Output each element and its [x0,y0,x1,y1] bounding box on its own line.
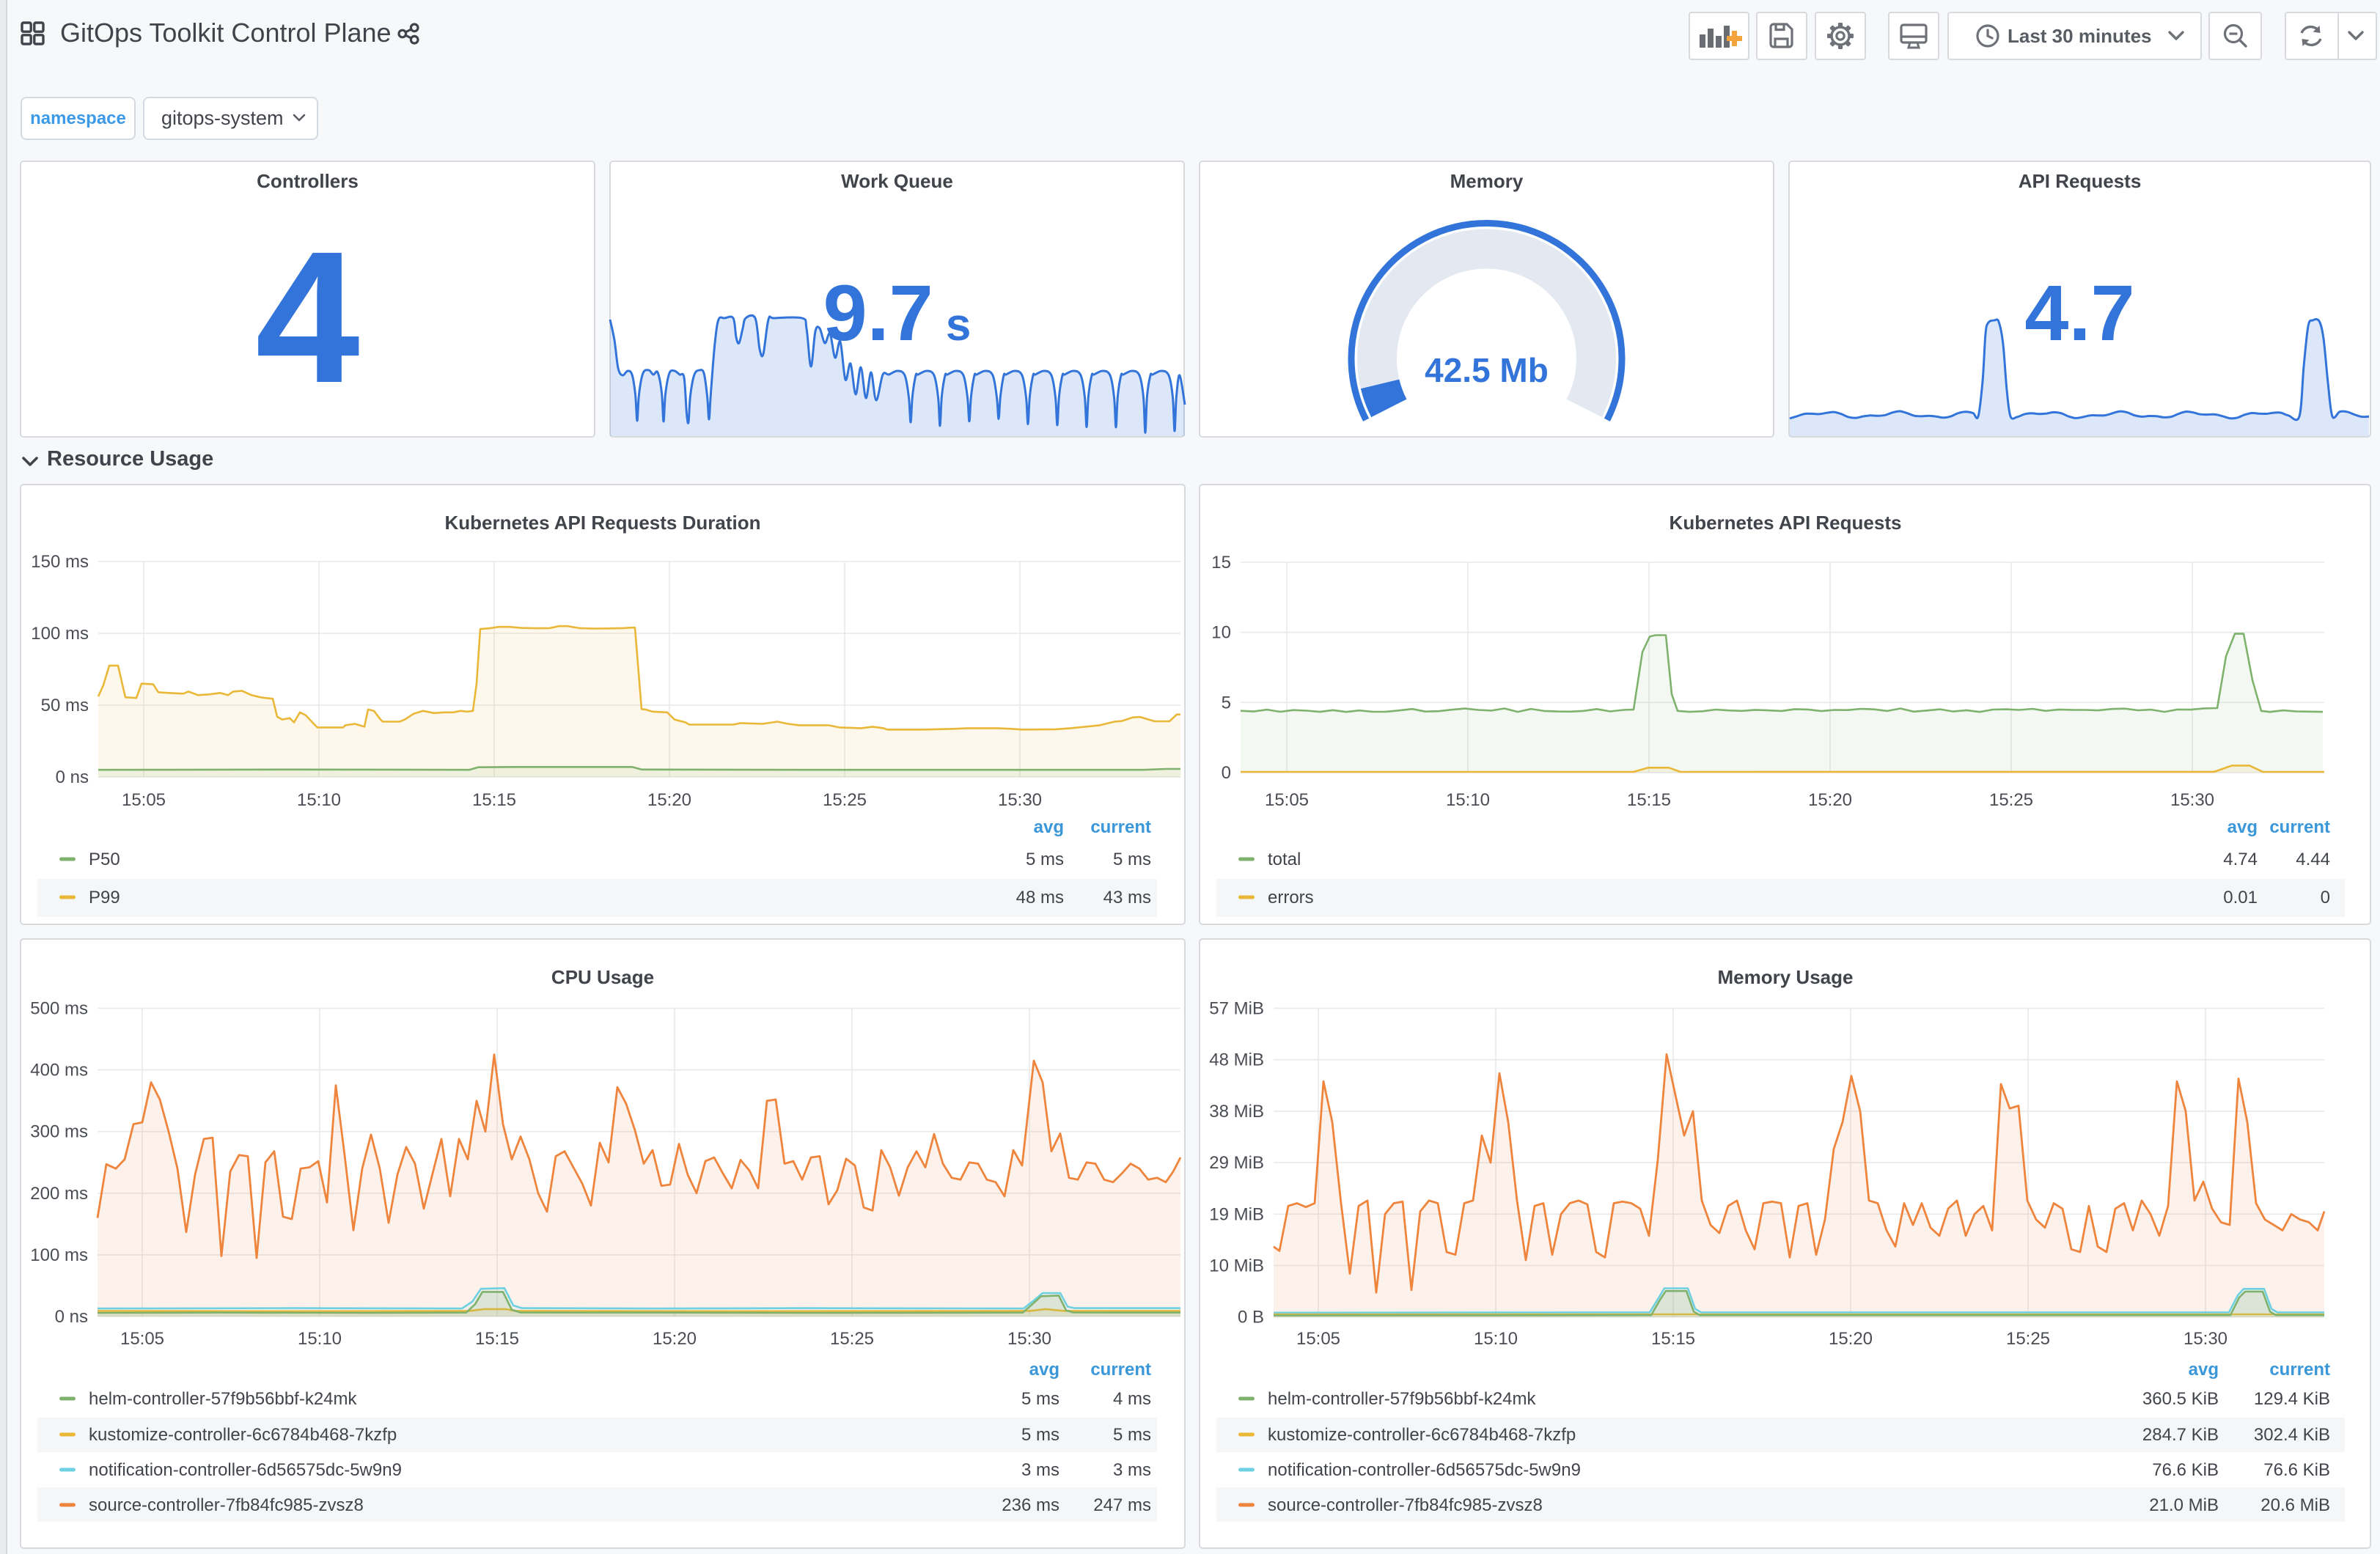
svg-text:10 MiB: 10 MiB [1209,1256,1264,1276]
svg-text:0 ns: 0 ns [55,1307,88,1327]
svg-text:15:25: 15:25 [2006,1329,2050,1349]
svg-text:4.44: 4.44 [2296,850,2330,869]
svg-text:0 B: 0 B [1238,1308,1264,1327]
svg-text:avg: avg [2227,817,2258,837]
svg-text:20.6 MiB: 20.6 MiB [2260,1495,2330,1515]
svg-text:Memory Usage: Memory Usage [1718,966,1854,988]
svg-text:48 MiB: 48 MiB [1209,1050,1264,1070]
svg-text:current: current [2269,817,2330,837]
svg-text:200 ms: 200 ms [30,1184,88,1204]
svg-text:helm-controller-57f9b56bbf-k24: helm-controller-57f9b56bbf-k24mk [89,1389,358,1409]
svg-text:kustomize-controller-6c6784b46: kustomize-controller-6c6784b468-7kzfp [89,1425,397,1445]
svg-text:total: total [1268,850,1301,869]
svg-text:15:30: 15:30 [1007,1329,1051,1349]
svg-text:10: 10 [1211,623,1231,643]
svg-text:43 ms: 43 ms [1103,888,1151,907]
svg-text:Kubernetes API Requests: Kubernetes API Requests [1670,512,1902,534]
svg-text:current: current [1090,1360,1151,1380]
svg-text:15:20: 15:20 [1829,1329,1873,1349]
svg-text:15:15: 15:15 [1627,790,1671,810]
svg-text:15:20: 15:20 [1808,790,1852,810]
svg-text:P50: P50 [89,850,120,869]
svg-text:100 ms: 100 ms [30,1245,88,1265]
svg-text:CPU Usage: CPU Usage [551,966,654,988]
svg-text:48 ms: 48 ms [1016,888,1064,907]
svg-text:5 ms: 5 ms [1113,1425,1151,1445]
svg-text:29 MiB: 29 MiB [1209,1153,1264,1173]
svg-text:avg: avg [1034,817,1064,837]
svg-text:4 ms: 4 ms [1113,1389,1151,1409]
svg-text:errors: errors [1268,888,1314,907]
svg-text:0: 0 [2321,888,2330,907]
svg-text:current: current [1090,817,1151,837]
svg-text:15:30: 15:30 [2183,1329,2227,1349]
svg-text:15:15: 15:15 [472,790,516,810]
svg-text:284.7 KiB: 284.7 KiB [2142,1425,2219,1445]
svg-text:3 ms: 3 ms [1113,1460,1151,1480]
svg-text:Kubernetes API Requests Durati: Kubernetes API Requests Duration [444,512,760,534]
svg-text:15:10: 15:10 [297,790,341,810]
svg-text:15: 15 [1211,553,1231,572]
svg-text:0: 0 [1222,763,1231,783]
svg-text:15:10: 15:10 [1446,790,1490,810]
svg-text:source-controller-7fb84fc985-z: source-controller-7fb84fc985-zvsz8 [1268,1495,1543,1515]
svg-text:57 MiB: 57 MiB [1209,999,1264,1019]
svg-text:302.4 KiB: 302.4 KiB [2254,1425,2330,1445]
svg-text:15:05: 15:05 [122,790,166,810]
svg-text:15:25: 15:25 [1989,790,2033,810]
svg-text:avg: avg [1029,1360,1059,1380]
svg-text:76.6 KiB: 76.6 KiB [2263,1460,2330,1480]
svg-text:15:20: 15:20 [653,1329,697,1349]
svg-text:21.0 MiB: 21.0 MiB [2149,1495,2219,1515]
svg-text:5: 5 [1222,693,1231,712]
svg-text:15:20: 15:20 [647,790,691,810]
svg-text:150 ms: 150 ms [31,552,89,572]
svg-text:247 ms: 247 ms [1093,1495,1151,1515]
svg-text:100 ms: 100 ms [31,624,89,644]
svg-text:5 ms: 5 ms [1021,1425,1059,1445]
svg-text:3 ms: 3 ms [1021,1460,1059,1480]
svg-text:0 ns: 0 ns [56,767,89,787]
svg-text:400 ms: 400 ms [30,1061,88,1080]
svg-text:4.74: 4.74 [2223,850,2258,869]
svg-text:5 ms: 5 ms [1021,1389,1059,1409]
svg-text:15:10: 15:10 [1474,1329,1518,1349]
svg-text:notification-controller-6d5657: notification-controller-6d56575dc-5w9n9 [1268,1460,1581,1480]
svg-text:15:05: 15:05 [1265,790,1309,810]
svg-text:helm-controller-57f9b56bbf-k24: helm-controller-57f9b56bbf-k24mk [1268,1389,1537,1409]
svg-text:300 ms: 300 ms [30,1122,88,1142]
svg-text:15:15: 15:15 [475,1329,519,1349]
svg-text:0.01: 0.01 [2223,888,2258,907]
svg-text:76.6 KiB: 76.6 KiB [2152,1460,2219,1480]
svg-text:50 ms: 50 ms [41,696,89,715]
svg-text:236 ms: 236 ms [1002,1495,1059,1515]
svg-text:15:05: 15:05 [1296,1329,1340,1349]
svg-text:source-controller-7fb84fc985-z: source-controller-7fb84fc985-zvsz8 [89,1495,364,1515]
svg-text:15:10: 15:10 [298,1329,342,1349]
svg-text:360.5 KiB: 360.5 KiB [2142,1389,2219,1409]
svg-text:5 ms: 5 ms [1026,850,1064,869]
svg-text:P99: P99 [89,888,120,907]
svg-text:kustomize-controller-6c6784b46: kustomize-controller-6c6784b468-7kzfp [1268,1425,1576,1445]
svg-text:15:25: 15:25 [830,1329,874,1349]
svg-text:129.4 KiB: 129.4 KiB [2254,1389,2330,1409]
svg-text:notification-controller-6d5657: notification-controller-6d56575dc-5w9n9 [89,1460,402,1480]
svg-text:15:15: 15:15 [1651,1329,1695,1349]
svg-text:current: current [2269,1360,2330,1380]
svg-text:15:30: 15:30 [2170,790,2214,810]
svg-text:15:25: 15:25 [823,790,867,810]
svg-text:avg: avg [2189,1360,2219,1380]
svg-text:500 ms: 500 ms [30,999,88,1019]
svg-text:38 MiB: 38 MiB [1209,1102,1264,1122]
svg-text:5 ms: 5 ms [1113,850,1151,869]
svg-text:19 MiB: 19 MiB [1209,1204,1264,1224]
svg-text:15:05: 15:05 [120,1329,164,1349]
svg-text:15:30: 15:30 [998,790,1042,810]
